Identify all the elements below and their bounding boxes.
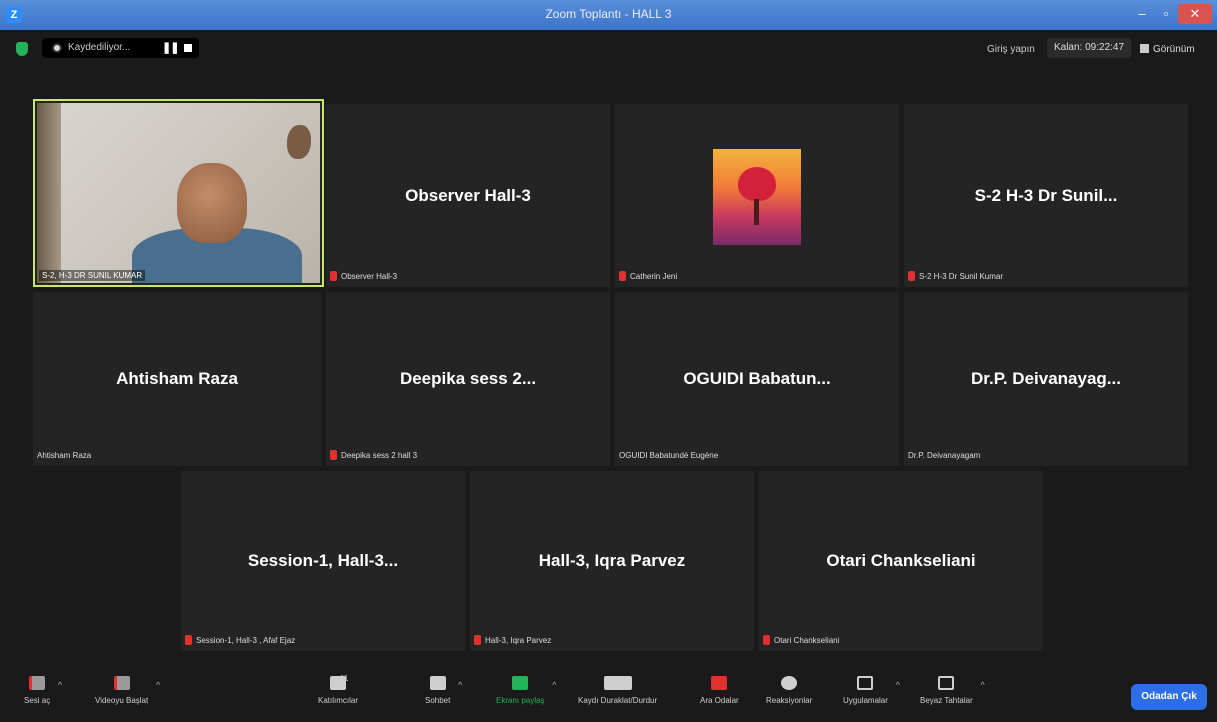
video-tile-9[interactable]: Session-1, Hall-3... Session-1, Hall-3 ,… <box>181 471 465 651</box>
video-tile-1[interactable]: S-2, H-3 DR SUNIL KUMAR <box>33 99 324 287</box>
participant-display-name: Ahtisham Raza <box>116 369 238 388</box>
zoom-window: Z Zoom Toplantı - HALL 3 – ▫ ✕ Kaydedili… <box>0 0 1217 722</box>
video-off-icon <box>113 676 130 690</box>
participant-display-name: Deepika sess 2... <box>399 369 537 388</box>
apps-button[interactable]: ^ Uygulamalar <box>843 676 900 705</box>
participant-name-label: Deepika sess 2 hall 3 <box>330 450 417 460</box>
video-tile-10[interactable]: Hall-3, Iqra Parvez Hall-3, Iqra Parvez <box>470 471 754 651</box>
window-title: Zoom Toplantı - HALL 3 <box>545 7 672 21</box>
whiteboard-icon <box>938 676 955 690</box>
recording-controls-label: Kaydı Duraklat/Durdur <box>578 696 658 705</box>
share-screen-icon <box>512 676 529 690</box>
participant-display-name: Otari Chankseliani <box>826 551 976 570</box>
video-tile-6[interactable]: Deepika sess 2... Deepika sess 2 hall 3 <box>326 292 610 466</box>
share-screen-button[interactable]: ^ Ekranı paylaş <box>496 676 556 705</box>
participant-name-label: Ahtisham Raza <box>37 451 92 460</box>
remaining-time-badge: Kalan: 09:22:47 <box>1047 38 1131 58</box>
video-tile-11[interactable]: Otari Chankseliani Otari Chankseliani <box>759 471 1043 651</box>
chat-button[interactable]: ^ Sohbet <box>425 676 462 705</box>
minimize-button[interactable]: – <box>1130 4 1154 24</box>
apps-options-caret-icon[interactable]: ^ <box>896 680 900 690</box>
breakout-rooms-button[interactable]: Ara Odalar <box>700 676 739 705</box>
participant-display-name: Session-1, Hall-3... <box>247 551 399 570</box>
participant-name-label: Dr.P. Deivanayagam <box>908 451 981 460</box>
video-tile-5[interactable]: Ahtisham Raza Ahtisham Raza <box>33 292 321 466</box>
participant-name-label: S-2 H-3 Dr Sunil Kumar <box>908 271 1003 281</box>
unmute-button[interactable]: ^ Sesi aç <box>24 676 62 705</box>
muted-mic-icon <box>619 271 626 281</box>
participants-label: Katılımcılar <box>318 696 359 705</box>
login-link[interactable]: Giriş yapın <box>987 44 1035 55</box>
participant-name-label: S-2, H-3 DR SUNIL KUMAR <box>39 270 146 281</box>
profile-picture <box>713 149 801 245</box>
share-options-caret-icon[interactable]: ^ <box>552 680 556 690</box>
start-video-button[interactable]: ^ Videoyu Başlat <box>95 676 160 705</box>
security-shield-icon[interactable] <box>16 42 28 56</box>
grid-view-icon <box>1140 44 1149 53</box>
participant-name-label: Catherin Jeni <box>619 271 677 281</box>
reactions-button[interactable]: Reaksiyonlar <box>766 676 812 705</box>
reactions-smile-icon <box>781 676 798 690</box>
participant-name-label: Observer Hall-3 <box>330 271 397 281</box>
participant-display-name: OGUIDI Babatun... <box>683 369 831 388</box>
breakout-rooms-label: Ara Odalar <box>700 696 739 705</box>
participant-display-name: Dr.P. Deivanayag... <box>971 369 1121 388</box>
muted-mic-icon <box>330 450 337 460</box>
video-tile-7[interactable]: OGUIDI Babatun... OGUIDI Babatundé Eugèn… <box>615 292 899 466</box>
recording-dot-icon <box>52 43 62 53</box>
close-button[interactable]: ✕ <box>1178 4 1212 24</box>
pause-recording-icon[interactable]: ❚❚ <box>162 41 179 54</box>
muted-mic-icon <box>330 271 337 281</box>
participant-name-label: OGUIDI Babatundé Eugène <box>619 451 719 460</box>
video-tile-2[interactable]: Observer Hall-3 Observer Hall-3 <box>326 104 610 287</box>
stop-recording-icon[interactable] <box>184 44 192 52</box>
participant-display-name: Observer Hall-3 <box>405 185 531 205</box>
start-video-label: Videoyu Başlat <box>95 696 149 705</box>
leave-room-button[interactable]: Odadan Çık <box>1131 684 1207 710</box>
recording-label: Kaydediliyor... <box>68 42 131 53</box>
apps-label: Uygulamalar <box>843 696 888 705</box>
share-screen-label: Ekranı paylaş <box>496 696 545 705</box>
breakout-rooms-icon <box>711 676 728 690</box>
audio-options-caret-icon[interactable]: ^ <box>58 680 62 690</box>
muted-mic-icon <box>185 635 192 645</box>
chat-options-caret-icon[interactable]: ^ <box>458 680 462 690</box>
muted-mic-icon <box>908 271 915 281</box>
view-button[interactable]: Görünüm <box>1140 44 1195 55</box>
chat-label: Sohbet <box>425 696 451 705</box>
reactions-label: Reaksiyonlar <box>766 696 813 705</box>
pause-stop-recording-button[interactable]: Kaydı Duraklat/Durdur <box>578 676 657 705</box>
video-options-caret-icon[interactable]: ^ <box>156 680 160 690</box>
participant-name-label: Hall-3, Iqra Parvez <box>474 635 551 645</box>
video-tile-4[interactable]: S-2 H-3 Dr Sunil... S-2 H-3 Dr Sunil Kum… <box>904 104 1188 287</box>
title-bar: Z Zoom Toplantı - HALL 3 – ▫ ✕ <box>0 0 1217 30</box>
participant-video: S-2, H-3 DR SUNIL KUMAR <box>37 103 320 283</box>
participant-name-label: Otari Chankseliani <box>763 635 839 645</box>
whiteboard-options-caret-icon[interactable]: ^ <box>981 680 985 690</box>
participant-display-name: Hall-3, Iqra Parvez <box>538 551 686 570</box>
video-tile-8[interactable]: Dr.P. Deivanayag... Dr.P. Deivanayagam <box>904 292 1188 466</box>
view-label: Görünüm <box>1153 44 1195 55</box>
participant-display-name: S-2 H-3 Dr Sunil... <box>974 185 1118 205</box>
unmute-label: Sesi aç <box>24 696 51 705</box>
chat-bubble-icon <box>429 676 446 690</box>
video-tile-3[interactable]: Catherin Jeni <box>615 104 899 287</box>
muted-microphone-icon <box>29 676 46 690</box>
muted-mic-icon <box>763 635 770 645</box>
muted-mic-icon <box>474 635 481 645</box>
maximize-button[interactable]: ▫ <box>1154 4 1178 24</box>
whiteboards-label: Beyaz Tahtalar <box>920 696 973 705</box>
participants-count: 11 <box>340 674 349 683</box>
recording-indicator: Kaydediliyor... ❚❚ <box>42 38 199 58</box>
whiteboards-button[interactable]: ^ Beyaz Tahtalar <box>920 676 985 705</box>
participants-button[interactable]: 11 Katılımcılar <box>318 674 359 705</box>
apps-icon <box>857 676 874 690</box>
participant-name-label: Session-1, Hall-3 , Afaf Ejaz <box>185 635 295 645</box>
pause-stop-icon <box>603 676 632 690</box>
